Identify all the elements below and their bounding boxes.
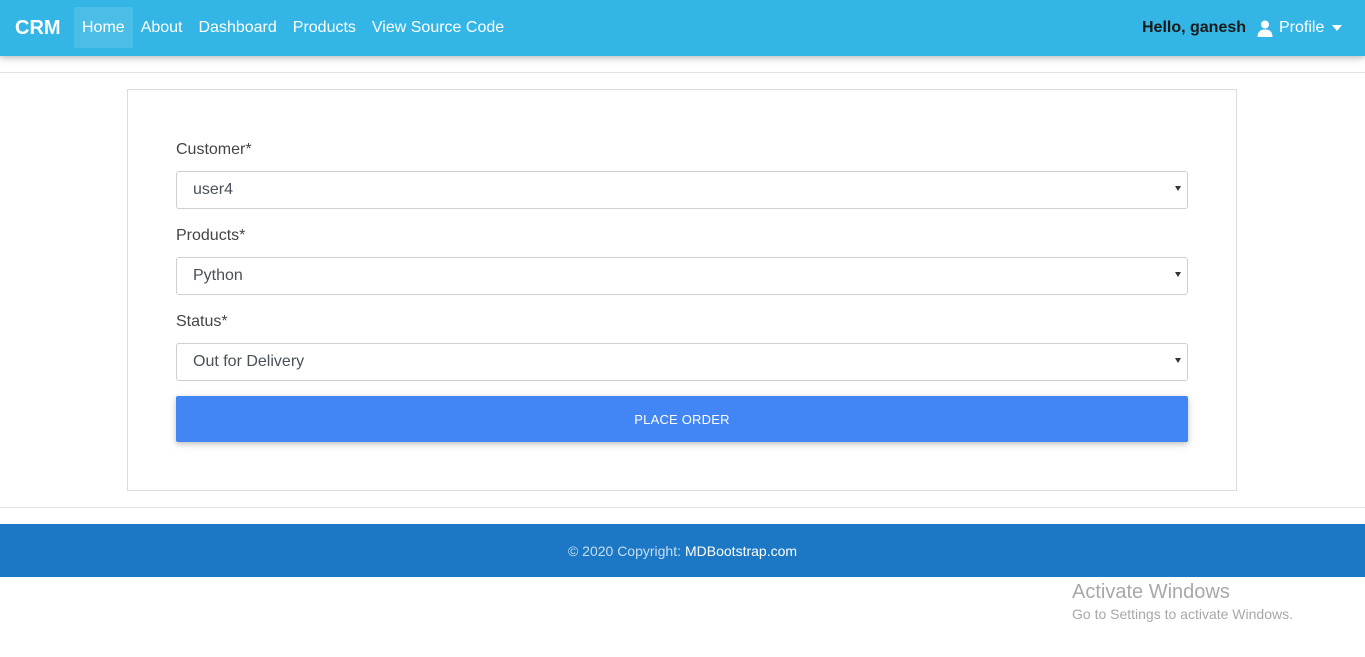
top-divider xyxy=(0,72,1365,73)
status-label: Status* xyxy=(176,313,228,330)
place-order-button[interactable]: PLACE ORDER xyxy=(176,396,1188,442)
customer-select[interactable]: user4 xyxy=(176,171,1188,209)
dropdown-arrow-icon xyxy=(1175,186,1181,191)
dropdown-arrow-icon xyxy=(1175,272,1181,277)
nav-link-view-source-code[interactable]: View Source Code xyxy=(364,7,512,48)
status-select[interactable]: Out for Delivery xyxy=(176,343,1188,381)
nav-link-about[interactable]: About xyxy=(133,7,191,48)
profile-dropdown[interactable]: Profile xyxy=(1257,16,1343,40)
nav-link-dashboard[interactable]: Dashboard xyxy=(191,7,285,48)
user-greeting: Hello, ganesh xyxy=(1142,19,1247,36)
products-select-value: Python xyxy=(193,267,243,284)
profile-label: Profile xyxy=(1279,19,1325,36)
footer-copyright: © 2020 Copyright: xyxy=(567,542,681,559)
nav-link-home[interactable]: Home xyxy=(74,7,133,48)
brand-logo[interactable]: CRM xyxy=(15,16,61,40)
caret-down-icon xyxy=(1332,25,1343,31)
customer-label: Customer* xyxy=(176,141,252,158)
activate-windows-subtitle: Go to Settings to activate Windows. xyxy=(1072,606,1293,622)
dropdown-arrow-icon xyxy=(1175,358,1181,363)
user-icon xyxy=(1257,20,1273,37)
top-navbar: CRM Home About Dashboard Products View S… xyxy=(0,0,1365,56)
activate-windows-title: Activate Windows xyxy=(1072,581,1230,603)
nav-links: Home About Dashboard Products View Sourc… xyxy=(74,7,512,48)
nav-link-products[interactable]: Products xyxy=(285,7,364,48)
customer-select-value: user4 xyxy=(193,181,234,198)
products-label: Products* xyxy=(176,227,246,244)
bottom-divider xyxy=(0,507,1365,508)
footer: © 2020 Copyright: MDBootstrap.com xyxy=(0,524,1365,577)
products-select[interactable]: Python xyxy=(176,257,1188,295)
status-select-value: Out for Delivery xyxy=(193,353,305,370)
footer-link-mdbootstrap[interactable]: MDBootstrap.com xyxy=(685,543,797,559)
order-form-card: Customer* user4 Products* Python Status*… xyxy=(127,89,1237,491)
